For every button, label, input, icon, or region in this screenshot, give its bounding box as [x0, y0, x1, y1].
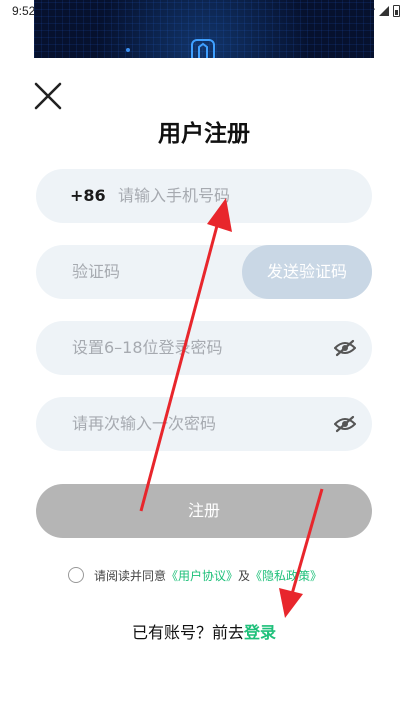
confirm-password-input[interactable] — [72, 397, 322, 451]
send-code-button[interactable]: 发送验证码 — [242, 245, 372, 299]
login-prompt-text: 已有账号？前去 — [131, 623, 244, 642]
user-agreement-link[interactable]: 《用户协议》 — [166, 567, 238, 584]
agreement-prefix: 请阅读并同意 — [94, 568, 167, 583]
page-title: 用户注册 — [158, 121, 250, 147]
status-time: 9:52 — [12, 4, 36, 18]
verify-code-input[interactable] — [72, 245, 232, 299]
eye-hidden-icon[interactable] — [334, 338, 356, 358]
agreement-connector: 及 — [238, 568, 251, 583]
confirm-password-field[interactable] — [36, 397, 372, 451]
agree-checkbox[interactable] — [68, 567, 84, 583]
login-link[interactable]: 登录 — [244, 623, 276, 642]
phone-field[interactable]: +86 — [36, 169, 372, 223]
verify-code-field[interactable]: 发送验证码 — [36, 245, 372, 299]
battery-icon — [393, 5, 400, 17]
register-button[interactable]: 注册 — [36, 484, 372, 538]
close-icon[interactable] — [32, 80, 64, 112]
password-field[interactable] — [36, 321, 372, 375]
login-prompt: 已有账号？前去登录 — [0, 619, 408, 643]
banner-dot — [126, 48, 130, 52]
phone-input[interactable] — [118, 169, 358, 223]
password-input[interactable] — [72, 321, 322, 375]
signal-icon — [379, 6, 389, 16]
country-code[interactable]: +86 — [70, 169, 106, 223]
privacy-policy-link[interactable]: 《隐私政策》 — [250, 567, 322, 584]
agreement-row: 请阅读并同意 《用户协议》 及 《隐私政策》 — [68, 565, 322, 585]
eye-hidden-icon[interactable] — [334, 414, 356, 434]
